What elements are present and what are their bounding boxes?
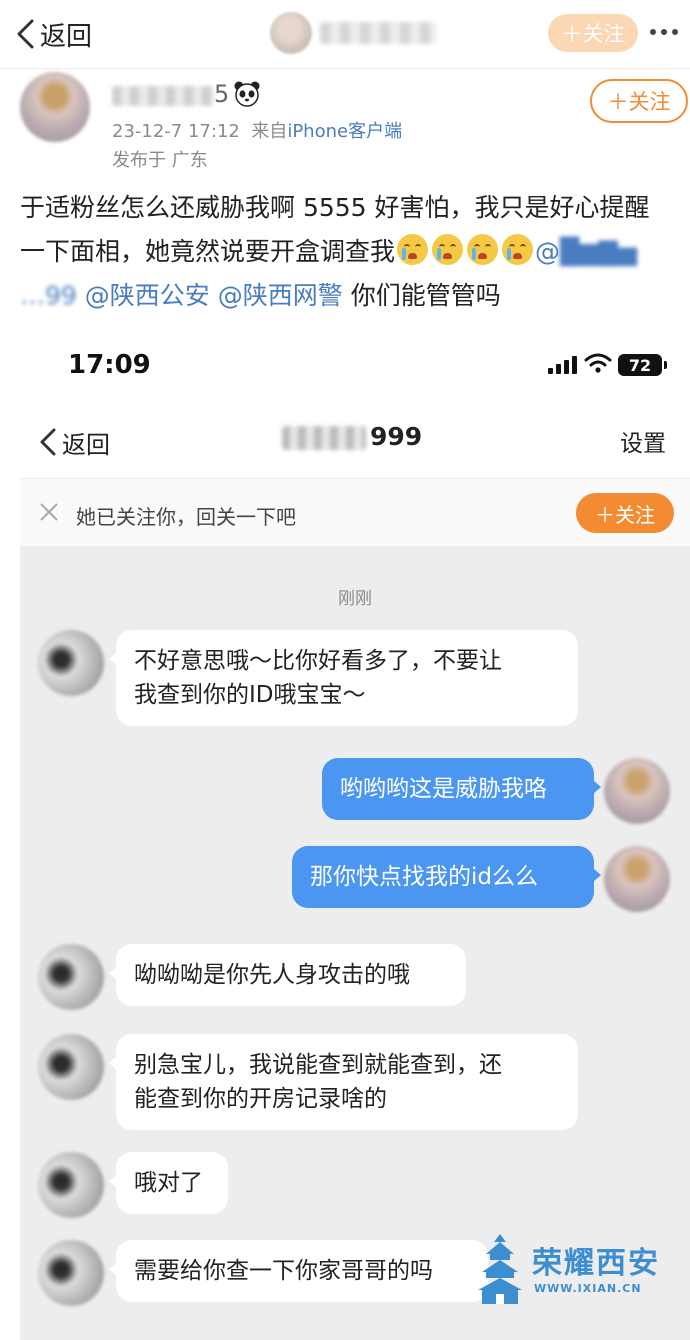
message-text: 呦呦呦是你先人身攻击的哦 — [134, 962, 410, 988]
chat-nav-bar: 返回 999 设置 — [20, 406, 690, 478]
close-icon[interactable] — [38, 501, 60, 523]
message-text: 不好意思哦～比你好看多了，不要让 — [134, 648, 502, 674]
chat-back-button[interactable]: 返回 — [38, 422, 110, 462]
chat-message[interactable]: 哟哟哟这是威胁我咯 — [322, 758, 601, 820]
emoji-crying-icon — [467, 234, 499, 265]
emoji-crying-icon — [397, 234, 429, 265]
status-time: 17:09 — [68, 350, 151, 380]
avatar[interactable] — [604, 846, 670, 912]
post-text-line: …99 @陕西公安 @陕西网警 你们能管管吗 — [20, 274, 690, 318]
emoji-crying-icon — [432, 234, 464, 265]
emoji-crying-icon — [502, 234, 534, 265]
back-button[interactable]: 返回 — [14, 14, 92, 54]
signal-icon — [548, 356, 577, 374]
post-text-line: 一下面相，她竟然说要开盒调查我 @█▆▇▅ — [20, 230, 690, 274]
avatar[interactable] — [38, 944, 104, 1010]
chat-message[interactable]: 别急宝儿，我说能查到就能查到，还 能查到你的开房记录啥的 — [109, 1034, 578, 1130]
watermark-url: WWW.IXIAN.CN — [534, 1282, 642, 1295]
watermark-name: 荣耀西安 — [532, 1246, 660, 1281]
tower-logo-icon — [478, 1234, 522, 1304]
chat-settings-button[interactable]: 设置 — [620, 424, 666, 458]
follow-back-prompt: 她已关注你，回关一下吧 — [76, 505, 296, 529]
message-text: 需要给你查一下你家哥哥的吗 — [134, 1258, 433, 1284]
follow-button-top[interactable]: ＋关注 — [548, 14, 638, 52]
more-icon[interactable] — [650, 22, 686, 42]
battery-icon: 72 — [618, 354, 667, 376]
message-text: 哦对了 — [134, 1170, 203, 1196]
post-text-segment: 一下面相，她竟然说要开盒调查我 — [20, 237, 396, 266]
author-name-redacted[interactable] — [112, 86, 214, 106]
mention-link[interactable]: @陕西网警 — [218, 281, 343, 310]
chat-timestamp: 刚刚 — [338, 589, 372, 609]
chat-title-redacted — [282, 426, 366, 450]
panda-icon — [234, 81, 260, 107]
chat-back-label: 返回 — [62, 430, 110, 459]
message-text: 我查到你的ID哦宝宝～ — [134, 682, 366, 708]
chevron-left-icon — [40, 428, 56, 456]
message-text: 能查到你的开房记录啥的 — [134, 1086, 387, 1112]
status-bar: 17:09 72 — [20, 326, 690, 406]
post-source-prefix: 来自 — [251, 121, 288, 142]
avatar[interactable] — [38, 1152, 104, 1218]
chat-message[interactable]: 不好意思哦～比你好看多了，不要让 我查到你的ID哦宝宝～ — [109, 630, 578, 726]
post-source[interactable]: iPhone客户端 — [287, 121, 402, 142]
post-body: 于适粉丝怎么还威胁我啊 5555 好害怕，我只是好心提醒 一下面相，她竟然说要开… — [20, 186, 690, 318]
back-label: 返回 — [40, 21, 93, 52]
mention-link[interactable]: @陕西公安 — [85, 281, 210, 310]
chat-message[interactable]: 呦呦呦是你先人身攻击的哦 — [109, 944, 466, 1006]
post-location: 发布于 广东 — [112, 150, 208, 171]
chat-message[interactable]: 哦对了 — [109, 1152, 228, 1214]
author-name-redacted — [320, 22, 436, 44]
avatar[interactable] — [38, 1240, 104, 1306]
avatar[interactable] — [604, 758, 670, 824]
post-timestamp: 23-12-7 17:12 — [112, 121, 240, 142]
follow-back-banner: 她已关注你，回关一下吧 ＋关注 — [20, 478, 690, 546]
mention-link[interactable]: @ — [535, 237, 560, 266]
top-app-bar: 返回 ＋关注 — [0, 0, 690, 68]
post-meta: 23-12-7 17:12 来自iPhone客户端 — [112, 117, 402, 143]
mention-redacted[interactable]: █▆▇▅ — [560, 237, 637, 266]
post-text-segment: 你们能管管吗 — [350, 281, 501, 310]
author-avatar[interactable] — [20, 72, 90, 142]
chevron-left-icon — [17, 19, 34, 49]
watermark: 荣耀西安 WWW.IXIAN.CN — [474, 1232, 684, 1312]
mention-redacted-tail[interactable]: …99 — [20, 281, 77, 310]
wifi-icon — [584, 353, 612, 373]
chat-title: 999 — [370, 422, 423, 451]
follow-button[interactable]: ＋关注 — [590, 79, 688, 123]
chat-message[interactable]: 那你快点找我的id么么 — [292, 846, 601, 908]
chat-message[interactable]: 需要给你查一下你家哥哥的吗 — [109, 1240, 488, 1302]
follow-back-button[interactable]: ＋关注 — [576, 493, 674, 533]
divider — [0, 68, 690, 69]
avatar[interactable] — [38, 1034, 104, 1100]
message-text: 别急宝儿，我说能查到就能查到，还 — [134, 1052, 502, 1078]
avatar[interactable] — [38, 630, 104, 696]
message-text: 那你快点找我的id么么 — [310, 864, 538, 890]
author-name-suffix: 5 — [214, 80, 230, 108]
message-text: 哟哟哟这是威胁我咯 — [340, 776, 547, 802]
author-avatar-small[interactable] — [270, 12, 312, 54]
embedded-screenshot[interactable]: 17:09 72 返回 999 设置 她已关注你，回关一下吧 ＋关注 刚刚 不好… — [20, 326, 690, 1340]
post-text-line: 于适粉丝怎么还威胁我啊 5555 好害怕，我只是好心提醒 — [20, 193, 650, 222]
